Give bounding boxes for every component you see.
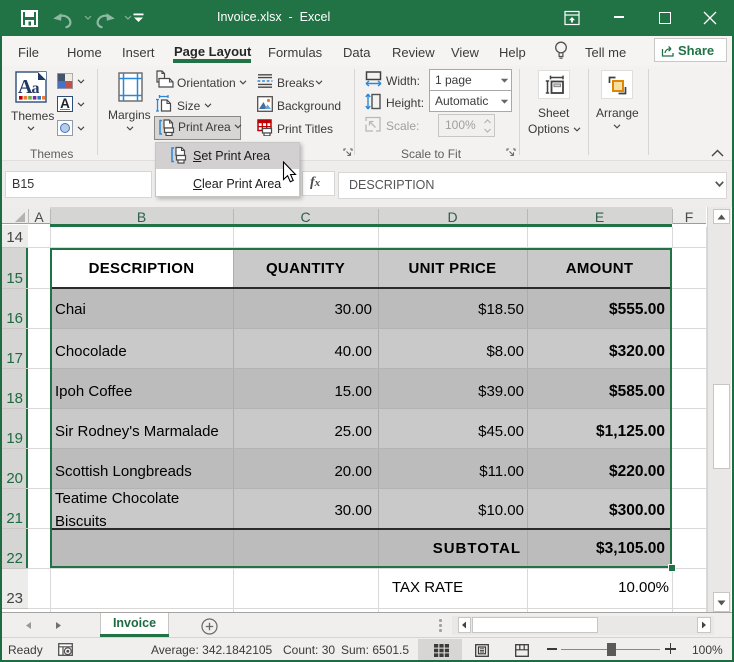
svg-text:a: a <box>32 80 40 97</box>
